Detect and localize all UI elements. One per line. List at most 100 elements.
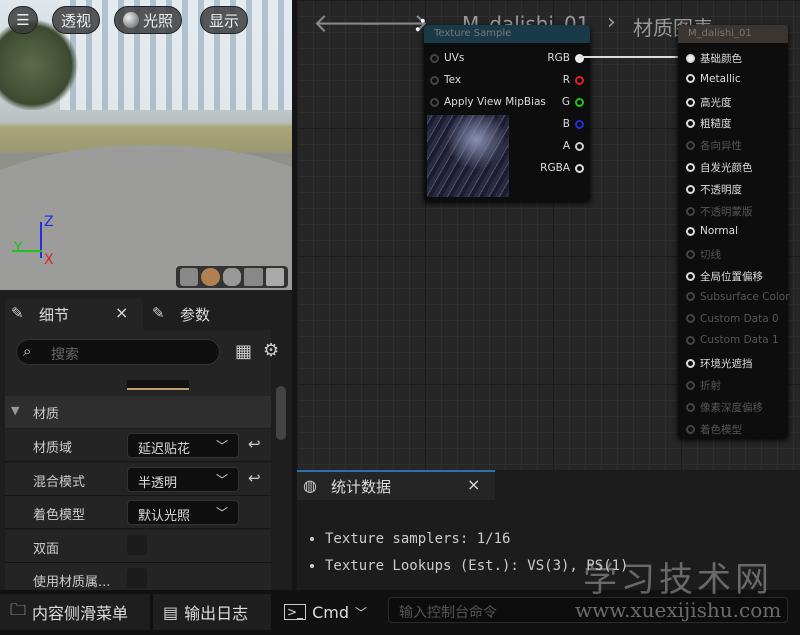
- input-pin[interactable]: Apply View MipBias: [430, 96, 546, 108]
- material-input-pin[interactable]: 折射: [686, 378, 721, 393]
- pin-circle-icon: [686, 226, 695, 236]
- plane-icon[interactable]: [222, 268, 242, 286]
- stats-title: 统计数据: [331, 478, 392, 496]
- material-input-pin[interactable]: 粗糙度: [686, 116, 732, 131]
- search-input[interactable]: ⌕ 搜索: [16, 339, 220, 365]
- teapot-icon[interactable]: [265, 268, 285, 286]
- stat-line: Texture samplers: 1/16: [325, 526, 628, 553]
- tab-parameters[interactable]: ✎ 参数: [148, 298, 268, 330]
- pin-label: 各向异性: [700, 140, 742, 153]
- output-pin[interactable]: G: [562, 96, 584, 108]
- pencil-icon: ✎: [152, 304, 165, 322]
- material-input-pin[interactable]: 像素深度偏移: [686, 400, 763, 415]
- pin-label: Subsurface Color: [700, 290, 790, 303]
- cube-icon[interactable]: [244, 268, 263, 286]
- cmd-dropdown[interactable]: >_ Cmd ﹀: [274, 594, 384, 630]
- tab-details[interactable]: ✎ 细节 ×: [5, 298, 143, 330]
- property-checkbox[interactable]: [127, 568, 147, 588]
- lighting-button[interactable]: 光照: [114, 6, 183, 34]
- pin-label: A: [562, 140, 570, 152]
- close-stats-button[interactable]: ×: [467, 475, 480, 494]
- property-dropdown[interactable]: 延迟贴花 ﹀: [127, 433, 239, 458]
- material-input-pin[interactable]: 着色模型: [686, 422, 742, 437]
- section-label: 材质: [33, 407, 60, 422]
- pin-circle-icon: [686, 402, 695, 412]
- cylinder-icon[interactable]: [180, 268, 199, 286]
- watermark-url: www.xuexijishu.com: [575, 598, 782, 622]
- chevron-down-icon: ﹀: [215, 439, 228, 453]
- sphere-mesh-icon[interactable]: [201, 268, 220, 286]
- input-pin[interactable]: UVs: [430, 52, 464, 64]
- node-title: M_dalishi_01: [678, 25, 788, 43]
- gear-icon[interactable]: ⚙: [263, 340, 279, 361]
- texture-sample-node[interactable]: Texture Sample UVs Tex Apply View MipBias R…: [424, 25, 590, 201]
- search-icon: ⌕: [23, 342, 32, 360]
- output-pin[interactable]: RGBA: [540, 162, 584, 174]
- input-pin[interactable]: Tex: [430, 74, 461, 86]
- search-placeholder: 搜索: [51, 347, 79, 363]
- dropdown-value: 半透明: [138, 475, 178, 491]
- output-pin[interactable]: RGB: [547, 52, 584, 64]
- perspective-button[interactable]: 透视: [52, 6, 101, 34]
- material-input-pin[interactable]: 各向异性: [686, 138, 742, 153]
- reset-arrow-icon[interactable]: ↩: [248, 469, 261, 487]
- chevron-down-icon: ﹀: [215, 506, 228, 520]
- material-input-pin[interactable]: 全局位置偏移: [686, 269, 763, 284]
- property-dropdown[interactable]: 默认光照 ﹀: [127, 500, 239, 525]
- pencil-icon: ✎: [11, 304, 24, 322]
- pin-circle-icon: [575, 163, 584, 173]
- material-input-pin[interactable]: Normal: [686, 225, 738, 237]
- material-input-pin[interactable]: 高光度: [686, 95, 732, 110]
- content-drawer-button[interactable]: 🗀 内容侧滑菜单: [0, 594, 150, 630]
- tab-stats[interactable]: ◍ 统计数据 ×: [297, 470, 495, 500]
- pin-circle-icon: [686, 292, 695, 302]
- material-input-pin[interactable]: Subsurface Color: [686, 291, 790, 303]
- viewport[interactable]: ☰ 透视 光照 显示 Z Y X: [0, 0, 292, 290]
- details-scrollbar[interactable]: [276, 386, 286, 440]
- pin-circle-icon: [686, 272, 695, 281]
- output-log-button[interactable]: ▤ 输出日志: [153, 594, 271, 630]
- pin-label: 环境光遮挡: [700, 358, 753, 371]
- show-label: 显示: [209, 11, 240, 30]
- property-dropdown[interactable]: 半透明 ﹀: [127, 466, 239, 492]
- material-input-pin[interactable]: Custom Data 0: [686, 313, 779, 325]
- material-input-pin[interactable]: 不透明蒙版: [686, 204, 753, 219]
- material-input-pin[interactable]: 切线: [686, 247, 721, 262]
- material-input-pin[interactable]: Custom Data 1: [686, 334, 779, 346]
- property-label: 材质域: [33, 441, 73, 456]
- output-pin[interactable]: A: [563, 140, 584, 152]
- pin-label: Tex: [444, 74, 462, 86]
- stats-icon: ◍: [303, 476, 317, 495]
- section-material[interactable]: ▼ 材质: [5, 396, 271, 428]
- material-input-pin[interactable]: Metallic: [686, 73, 741, 85]
- property-label: 着色模型: [33, 508, 86, 523]
- material-input-pin[interactable]: 环境光遮挡: [686, 356, 753, 371]
- property-checkbox[interactable]: [127, 534, 147, 555]
- material-graph[interactable]: 🡐 🡒 ⛬ M_dalishi_01 › 材质图表 Texture Sample…: [297, 0, 800, 470]
- output-pin[interactable]: B: [563, 118, 584, 130]
- color-swatch[interactable]: [127, 380, 189, 390]
- close-tab-button[interactable]: ×: [115, 303, 128, 322]
- pin-label: 像素深度偏移: [700, 401, 763, 414]
- show-button[interactable]: 显示: [200, 6, 249, 34]
- pin-label: 不透明度: [700, 183, 742, 196]
- material-input-pin[interactable]: 自发光颜色: [686, 160, 753, 175]
- details-toolbar: ⌕ 搜索 ▦ ⚙: [5, 330, 279, 380]
- property-row: 双面: [5, 529, 271, 563]
- table-view-icon[interactable]: ▦: [235, 341, 252, 362]
- material-input-pin[interactable]: 不透明度: [686, 182, 742, 197]
- viewport-menu-button[interactable]: ☰: [8, 6, 38, 34]
- reset-arrow-icon[interactable]: ↩: [248, 435, 261, 453]
- material-input-pin[interactable]: 基础颜色: [686, 51, 742, 66]
- pin-circle-icon: [575, 119, 584, 129]
- axis-x-label: X: [44, 252, 54, 268]
- material-output-node[interactable]: M_dalishi_01 基础颜色 Metallic 高光度粗糙度各向异性自发光颜色…: [678, 25, 790, 438]
- pin-label: RGB: [547, 52, 570, 64]
- pin-label: Normal: [700, 225, 738, 238]
- property-row: 材质域 延迟贴花 ﹀ ↩: [5, 429, 271, 462]
- z-axis: [40, 222, 42, 258]
- output-pin[interactable]: R: [563, 74, 584, 86]
- property-label: 混合模式: [33, 474, 86, 490]
- cmd-label: Cmd: [312, 602, 349, 622]
- perspective-label: 透视: [61, 11, 92, 30]
